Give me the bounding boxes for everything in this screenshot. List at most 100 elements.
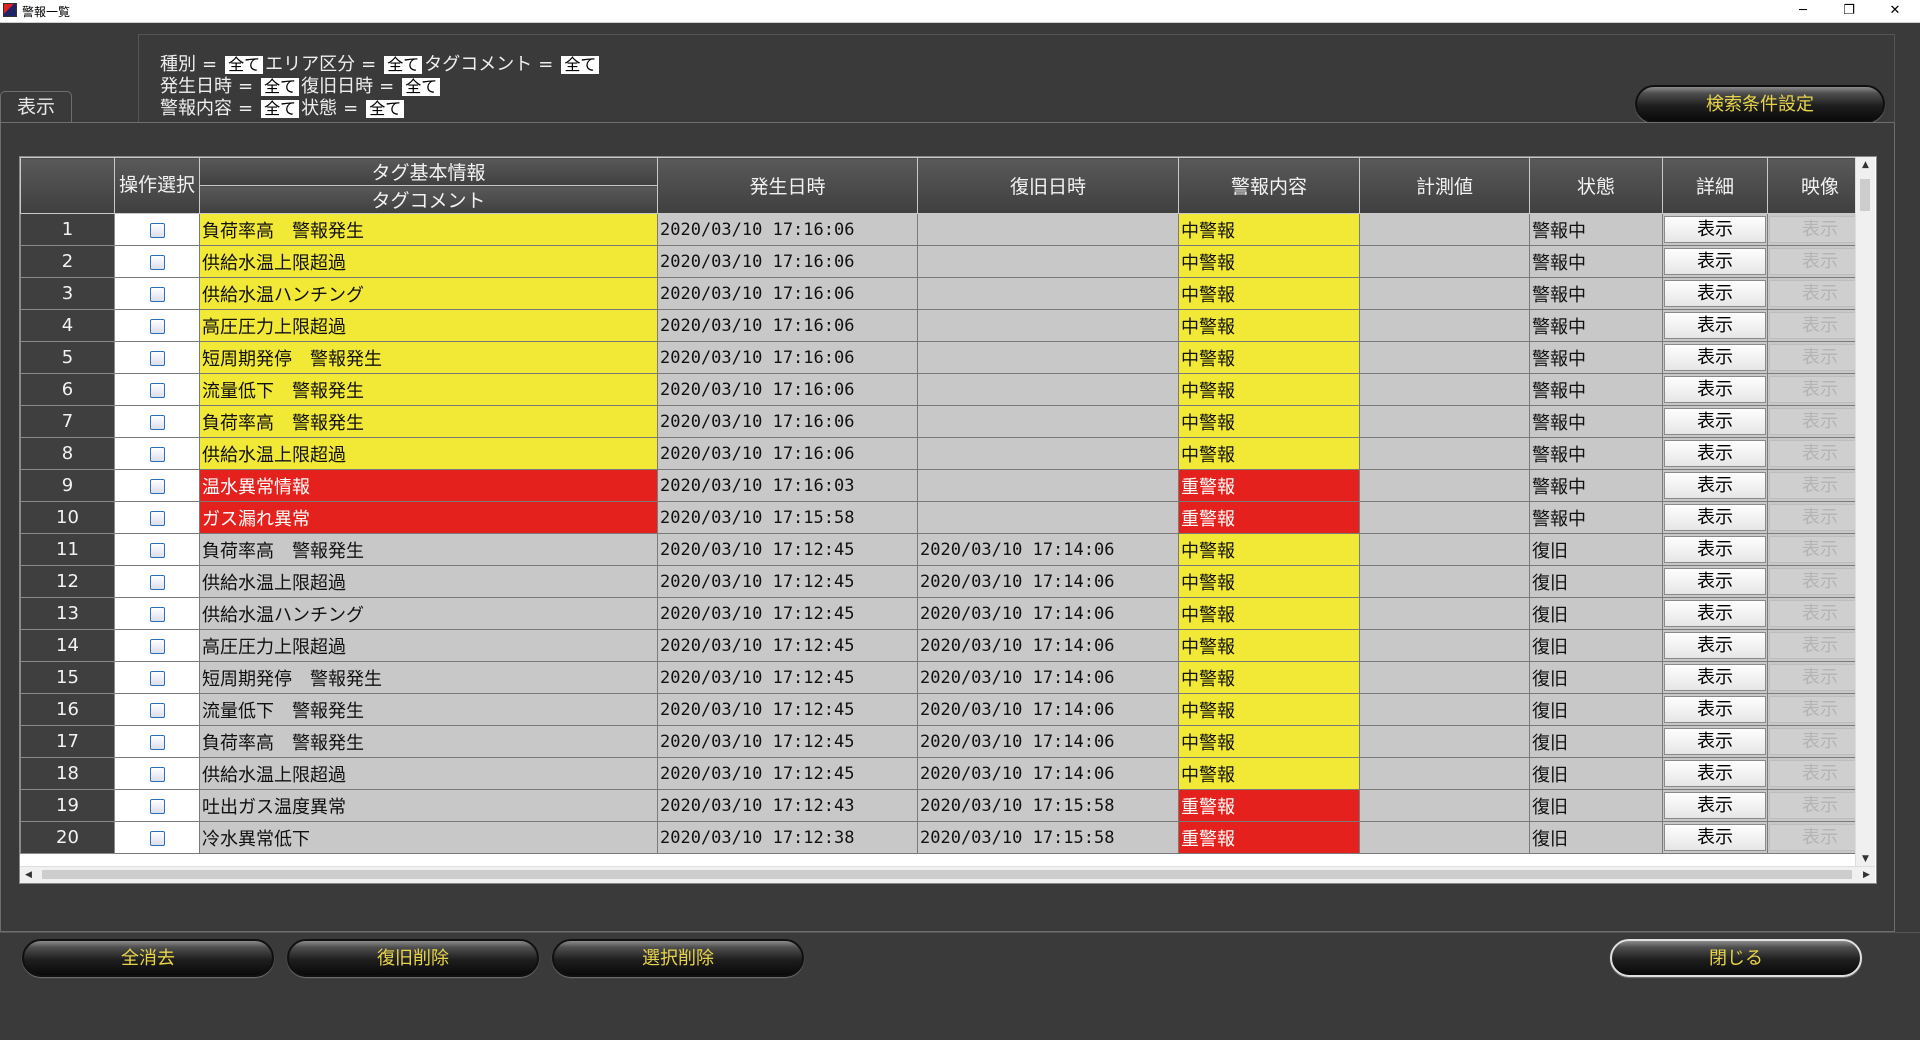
vertical-scrollbar[interactable]: ▲ ▼	[1855, 157, 1875, 868]
table-row[interactable]: 5 短周期発停 警報発生 2020/03/10 17:16:06 中警報 警報中 表示 表示	[20, 341, 1873, 374]
detail-button[interactable]: 表示	[1664, 216, 1766, 243]
table-row[interactable]: 11 負荷率高 警報発生 2020/03/10 17:12:45 2020/03/10…	[20, 533, 1873, 566]
table-row[interactable]: 20 冷水異常低下 2020/03/10 17:12:38 2020/03/10 17…	[20, 821, 1873, 854]
scroll-left-icon[interactable]: ◀	[20, 867, 37, 883]
detail-button[interactable]: 表示	[1664, 248, 1766, 275]
row-select-cell[interactable]	[114, 693, 200, 726]
row-select-checkbox[interactable]	[149, 510, 165, 526]
scroll-up-icon[interactable]: ▲	[1856, 157, 1875, 174]
row-select-cell[interactable]	[114, 629, 200, 662]
close-button[interactable]: 閉じる	[1610, 939, 1862, 977]
clear-all-button[interactable]: 全消去	[22, 939, 274, 977]
row-select-checkbox[interactable]	[149, 478, 165, 494]
row-select-checkbox[interactable]	[149, 702, 165, 718]
table-row[interactable]: 9 温水異常情報 2020/03/10 17:16:03 重警報 警報中 表示 表示	[20, 469, 1873, 502]
row-select-cell[interactable]	[114, 469, 200, 502]
row-select-checkbox[interactable]	[149, 638, 165, 654]
row-select-checkbox[interactable]	[149, 542, 165, 558]
row-select-checkbox[interactable]	[149, 766, 165, 782]
row-select-checkbox[interactable]	[149, 734, 165, 750]
delete-selected-button[interactable]: 選択削除	[552, 939, 804, 977]
table-row[interactable]: 12 供給水温上限超過 2020/03/10 17:12:45 2020/03/10 …	[20, 565, 1873, 598]
row-select-checkbox[interactable]	[149, 286, 165, 302]
detail-button[interactable]: 表示	[1664, 280, 1766, 307]
row-select-checkbox[interactable]	[149, 830, 165, 846]
restore-button[interactable]: ❐	[1826, 0, 1872, 22]
detail-button[interactable]: 表示	[1664, 696, 1766, 723]
detail-button[interactable]: 表示	[1664, 536, 1766, 563]
detail-button[interactable]: 表示	[1664, 568, 1766, 595]
row-number: 20	[20, 821, 115, 854]
row-select-cell[interactable]	[114, 373, 200, 406]
row-select-checkbox[interactable]	[149, 670, 165, 686]
alarm-cell: 中警報	[1178, 437, 1360, 470]
detail-button[interactable]: 表示	[1664, 664, 1766, 691]
table-row[interactable]: 14 高圧圧力上限超過 2020/03/10 17:12:45 2020/03/10 …	[20, 629, 1873, 662]
horizontal-scrollbar[interactable]: ◀ ▶	[20, 866, 1875, 883]
row-select-cell[interactable]	[114, 661, 200, 694]
row-select-checkbox[interactable]	[149, 350, 165, 366]
table-row[interactable]: 3 供給水温ハンチング 2020/03/10 17:16:06 中警報 警報中 表示 表示	[20, 277, 1873, 310]
row-select-cell[interactable]	[114, 757, 200, 790]
row-select-checkbox[interactable]	[149, 446, 165, 462]
close-window-button[interactable]: ✕	[1872, 0, 1918, 22]
table-row[interactable]: 10 ガス漏れ異常 2020/03/10 17:15:58 重警報 警報中 表示 表示	[20, 501, 1873, 534]
row-select-cell[interactable]	[114, 405, 200, 438]
row-select-cell[interactable]	[114, 341, 200, 374]
detail-button[interactable]: 表示	[1664, 600, 1766, 627]
row-select-cell[interactable]	[114, 533, 200, 566]
scroll-right-icon[interactable]: ▶	[1858, 867, 1875, 883]
detail-button[interactable]: 表示	[1664, 312, 1766, 339]
table-row[interactable]: 7 負荷率高 警報発生 2020/03/10 17:16:06 中警報 警報中 表示 表示	[20, 405, 1873, 438]
table-row[interactable]: 16 流量低下 警報発生 2020/03/10 17:12:45 2020/03/10…	[20, 693, 1873, 726]
occurred-cell: 2020/03/10 17:16:06	[657, 213, 918, 246]
row-select-checkbox[interactable]	[149, 606, 165, 622]
detail-button[interactable]: 表示	[1664, 792, 1766, 819]
horizontal-scroll-thumb[interactable]	[42, 870, 1852, 879]
row-select-checkbox[interactable]	[149, 382, 165, 398]
table-row[interactable]: 1 負荷率高 警報発生 2020/03/10 17:16:06 中警報 警報中 表示 表示	[20, 213, 1873, 246]
row-select-cell[interactable]	[114, 501, 200, 534]
detail-button[interactable]: 表示	[1664, 440, 1766, 467]
table-row[interactable]: 6 流量低下 警報発生 2020/03/10 17:16:06 中警報 警報中 表示 表示	[20, 373, 1873, 406]
table-row[interactable]: 17 負荷率高 警報発生 2020/03/10 17:12:45 2020/03/10…	[20, 725, 1873, 758]
table-row[interactable]: 4 高圧圧力上限超過 2020/03/10 17:16:06 中警報 警報中 表示 表示	[20, 309, 1873, 342]
row-select-cell[interactable]	[114, 725, 200, 758]
row-select-checkbox[interactable]	[149, 414, 165, 430]
row-select-checkbox[interactable]	[149, 574, 165, 590]
row-select-cell[interactable]	[114, 245, 200, 278]
row-select-cell[interactable]	[114, 437, 200, 470]
detail-button[interactable]: 表示	[1664, 376, 1766, 403]
table-row[interactable]: 15 短周期発停 警報発生 2020/03/10 17:12:45 2020/03/1…	[20, 661, 1873, 694]
table-row[interactable]: 19 吐出ガス温度異常 2020/03/10 17:12:43 2020/03/10 …	[20, 789, 1873, 822]
row-select-cell[interactable]	[114, 565, 200, 598]
row-select-cell[interactable]	[114, 789, 200, 822]
detail-button[interactable]: 表示	[1664, 344, 1766, 371]
table-row[interactable]: 2 供給水温上限超過 2020/03/10 17:16:06 中警報 警報中 表示 表示	[20, 245, 1873, 278]
row-select-checkbox[interactable]	[149, 318, 165, 334]
detail-button[interactable]: 表示	[1664, 472, 1766, 499]
search-settings-button[interactable]: 検索条件設定	[1635, 85, 1885, 123]
tab-display[interactable]: 表示	[0, 91, 72, 122]
row-select-checkbox[interactable]	[149, 798, 165, 814]
detail-button[interactable]: 表示	[1664, 632, 1766, 659]
row-select-checkbox[interactable]	[149, 254, 165, 270]
row-select-checkbox[interactable]	[149, 222, 165, 238]
detail-button[interactable]: 表示	[1664, 760, 1766, 787]
table-row[interactable]: 18 供給水温上限超過 2020/03/10 17:12:45 2020/03/10 …	[20, 757, 1873, 790]
minimize-button[interactable]: ─	[1780, 0, 1826, 22]
detail-button[interactable]: 表示	[1664, 824, 1766, 851]
table-row[interactable]: 13 供給水温ハンチング 2020/03/10 17:12:45 2020/03/10…	[20, 597, 1873, 630]
detail-button[interactable]: 表示	[1664, 728, 1766, 755]
row-select-cell[interactable]	[114, 821, 200, 854]
occurred-cell: 2020/03/10 17:12:43	[657, 789, 918, 822]
row-select-cell[interactable]	[114, 309, 200, 342]
delete-recovered-button[interactable]: 復旧削除	[287, 939, 539, 977]
table-row[interactable]: 8 供給水温上限超過 2020/03/10 17:16:06 中警報 警報中 表示 表示	[20, 437, 1873, 470]
detail-button[interactable]: 表示	[1664, 408, 1766, 435]
row-select-cell[interactable]	[114, 597, 200, 630]
row-select-cell[interactable]	[114, 213, 200, 246]
vertical-scroll-thumb[interactable]	[1860, 179, 1870, 211]
row-select-cell[interactable]	[114, 277, 200, 310]
detail-button[interactable]: 表示	[1664, 504, 1766, 531]
